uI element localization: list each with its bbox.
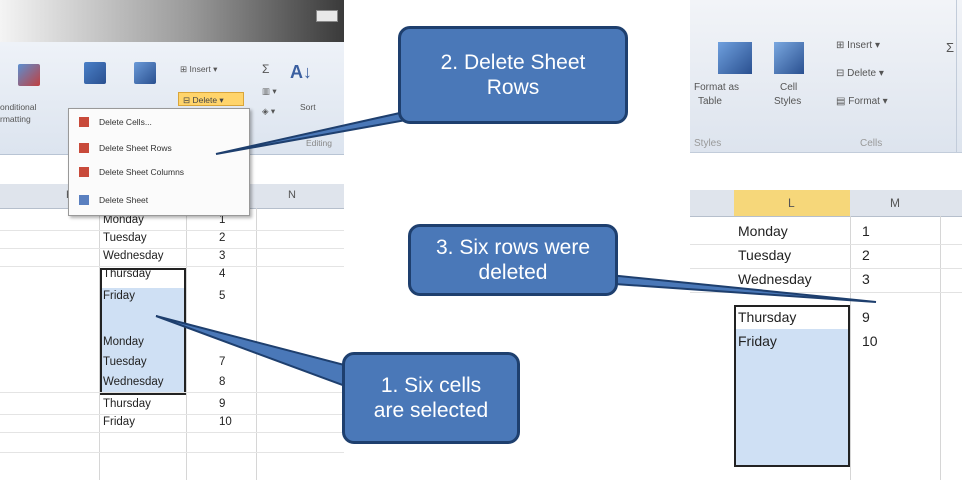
callout-tail-cells-selected [155,315,357,392]
callout-rows-deleted: 3. Six rows were deleted [408,224,618,296]
callout-cells-selected: 1. Six cells are selected [342,352,520,444]
callout-delete-sheet-rows: 2. Delete Sheet Rows [398,26,628,124]
